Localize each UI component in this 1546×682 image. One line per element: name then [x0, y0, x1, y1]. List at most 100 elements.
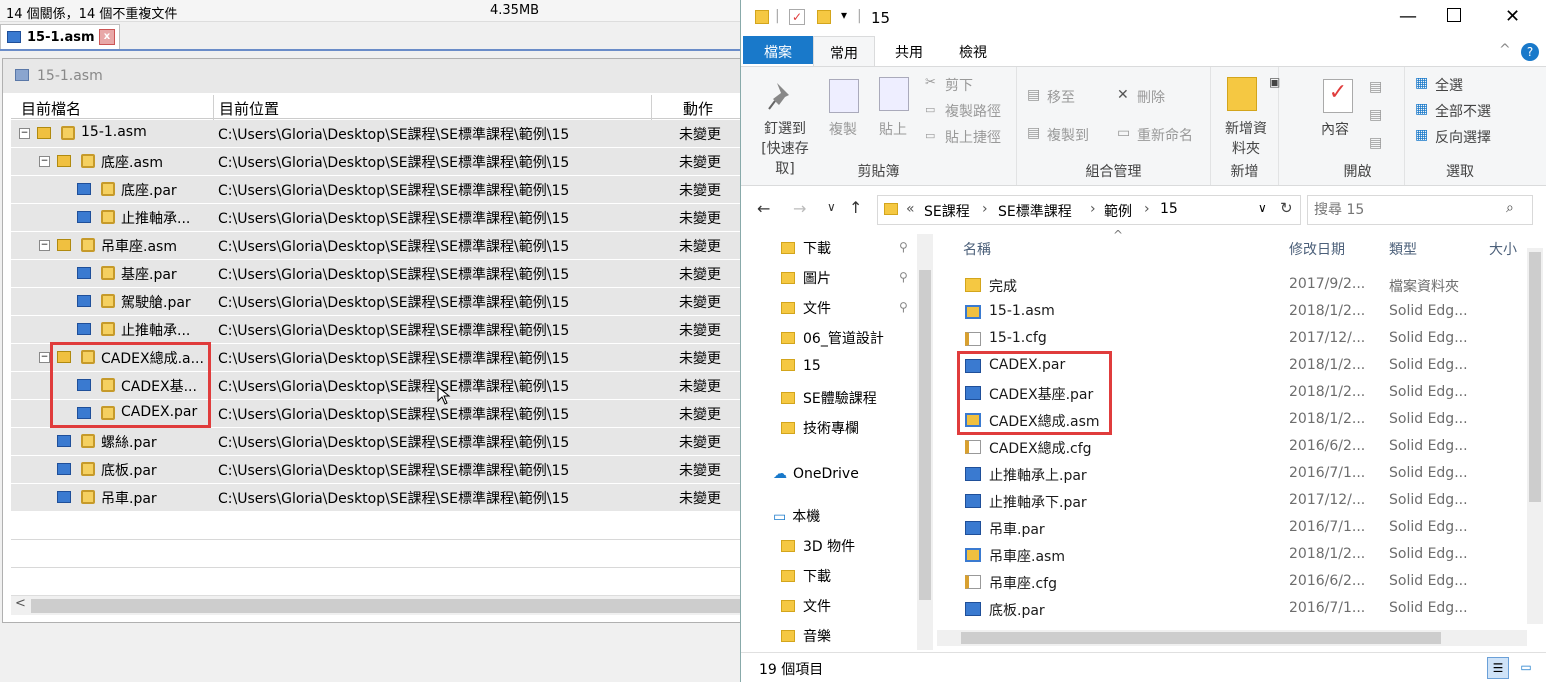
nav-item-this-pc[interactable]: ▭ 本機 [773, 506, 820, 526]
column-header-name[interactable]: 目前檔名 [21, 98, 81, 119]
breadcrumb-standard-course[interactable]: SE標準課程 [998, 201, 1072, 221]
file-action[interactable]: 未變更 [679, 320, 721, 340]
scrollbar-thumb[interactable] [919, 270, 931, 600]
back-icon[interactable]: ← [757, 199, 770, 218]
tab-view[interactable]: 檢視 [959, 42, 987, 62]
properties-button[interactable]: 內容 [1321, 119, 1349, 139]
breadcrumb-examples[interactable]: 範例 [1104, 201, 1132, 221]
search-icon[interactable]: ⌕ [1506, 200, 1514, 216]
file-row[interactable]: 吊車座.cfg 2016/6/2... Solid Edg... [937, 569, 1527, 596]
search-box[interactable]: ⌕ [1307, 195, 1533, 225]
history-icon[interactable]: ▤ [1369, 135, 1382, 151]
table-row[interactable]: 底板.par C:\Users\Gloria\Desktop\SE課程\SE標準課… [11, 456, 741, 484]
horizontal-scrollbar[interactable]: < [11, 595, 741, 615]
tab-home[interactable]: 常用 [813, 36, 875, 66]
collapse-toggle-icon[interactable]: − [39, 352, 50, 363]
breadcrumb-se-course[interactable]: SE課程 [924, 201, 970, 221]
select-none-button[interactable]: 全部不選 [1435, 101, 1491, 121]
nav-item[interactable]: 音樂 [781, 626, 831, 646]
column-header-action[interactable]: 動作 [683, 98, 713, 119]
file-action[interactable]: 未變更 [679, 348, 721, 368]
file-action[interactable]: 未變更 [679, 376, 721, 396]
file-row[interactable]: 止推軸承上.par 2016/7/1... Solid Edg... [937, 461, 1527, 488]
nav-item[interactable]: 下載 [781, 566, 831, 586]
file-action[interactable]: 未變更 [679, 488, 721, 508]
address-bar[interactable]: « SE課程 › SE標準課程 › 範例 › 15 ∨ ↻ [877, 195, 1301, 225]
file-action[interactable]: 未變更 [679, 432, 721, 452]
paste-shortcut-button[interactable]: 貼上捷徑 [945, 127, 1001, 147]
table-row[interactable]: 基座.par C:\Users\Gloria\Desktop\SE課程\SE標準課… [11, 260, 741, 288]
collapse-toggle-icon[interactable]: − [19, 128, 30, 139]
nav-item[interactable]: 06_管道設計 [781, 328, 884, 348]
rename-button[interactable]: 重新命名 [1137, 125, 1193, 145]
invert-selection-button[interactable]: 反向選擇 [1435, 127, 1491, 147]
edit-icon[interactable]: ▤ [1369, 107, 1382, 123]
table-row[interactable]: − 吊車座.asm C:\Users\Gloria\Desktop\SE課程\SE標… [11, 232, 741, 260]
scrollbar-thumb[interactable] [31, 599, 741, 613]
vertical-scrollbar[interactable] [1527, 248, 1543, 624]
breadcrumb-15[interactable]: 15 [1160, 201, 1178, 217]
address-dropdown-icon[interactable]: ∨ [1258, 201, 1267, 215]
column-header-type[interactable]: 類型 [1389, 239, 1417, 259]
nav-item-onedrive[interactable]: ☁ OneDrive [773, 466, 859, 482]
table-row[interactable]: 駕駛艙.par C:\Users\Gloria\Desktop\SE課程\SE標準… [11, 288, 741, 316]
file-action[interactable]: 未變更 [679, 236, 721, 256]
recent-locations-icon[interactable]: ∨ [827, 200, 836, 214]
close-tab-button[interactable]: x [99, 29, 115, 45]
new-folder-quick-icon[interactable] [817, 10, 831, 24]
table-row[interactable]: − 15-1.asm C:\Users\Gloria\Desktop\SE課程\SE… [11, 120, 741, 148]
new-folder-button[interactable]: 新增資料夾 [1219, 119, 1273, 159]
file-row[interactable]: 底板.par 2016/7/1... Solid Edg... [937, 596, 1527, 623]
file-action[interactable]: 未變更 [679, 124, 721, 144]
collapse-ribbon-icon[interactable]: ^ [1499, 42, 1511, 58]
copy-to-button[interactable]: 複製到 [1047, 125, 1089, 145]
nav-item[interactable]: 圖片 [781, 268, 831, 288]
file-action[interactable]: 未變更 [679, 264, 721, 284]
copy-button[interactable]: 複製 [829, 119, 857, 139]
search-input[interactable] [1314, 200, 1494, 220]
file-row[interactable]: 完成 2017/9/2... 檔案資料夾 [937, 272, 1527, 299]
address-overflow[interactable]: « [906, 201, 915, 217]
properties-quick-icon[interactable]: ✓ [789, 9, 805, 25]
document-tab[interactable]: 15-1.asm x [0, 24, 120, 50]
table-row[interactable]: 止推軸承... C:\Users\Gloria\Desktop\SE課程\SE標準… [11, 204, 741, 232]
tab-file[interactable]: 檔案 [743, 36, 813, 64]
up-icon[interactable]: ↑ [849, 198, 862, 217]
table-row[interactable]: 吊車.par C:\Users\Gloria\Desktop\SE課程\SE標準課… [11, 484, 741, 512]
file-action[interactable]: 未變更 [679, 208, 721, 228]
column-header-date[interactable]: 修改日期 [1289, 239, 1345, 259]
customize-quick-access-icon[interactable]: ▾ [841, 8, 847, 22]
forward-icon[interactable]: → [793, 199, 806, 218]
cut-button[interactable]: 剪下 [945, 75, 973, 95]
scroll-left-arrow-icon[interactable]: < [15, 596, 26, 611]
file-row[interactable]: 止推軸承下.par 2017/12/... Solid Edg... [937, 488, 1527, 515]
column-header-location[interactable]: 目前位置 [219, 98, 279, 119]
copy-path-button[interactable]: 複製路徑 [945, 101, 1001, 121]
collapse-toggle-icon[interactable]: − [39, 156, 50, 167]
new-item-icon[interactable]: ▣ [1269, 75, 1280, 89]
table-row[interactable]: − 底座.asm C:\Users\Gloria\Desktop\SE課程\SE標準… [11, 148, 741, 176]
column-header-size[interactable]: 大小 [1489, 239, 1517, 259]
maximize-icon[interactable] [1447, 8, 1461, 22]
column-header-name[interactable]: 名稱 [963, 239, 991, 259]
vertical-scrollbar[interactable] [917, 234, 933, 650]
nav-item[interactable]: SE體驗課程 [781, 388, 877, 408]
help-icon[interactable]: ? [1521, 43, 1539, 61]
nav-item[interactable]: 下載 [781, 238, 831, 258]
close-icon[interactable]: ✕ [1505, 6, 1520, 27]
file-action[interactable]: 未變更 [679, 292, 721, 312]
minimize-icon[interactable]: — [1399, 6, 1417, 27]
move-to-button[interactable]: 移至 [1047, 87, 1075, 107]
file-action[interactable]: 未變更 [679, 460, 721, 480]
paste-button[interactable]: 貼上 [879, 119, 907, 139]
file-row[interactable]: 吊車.par 2016/7/1... Solid Edg... [937, 515, 1527, 542]
nav-item[interactable]: 3D 物件 [781, 536, 855, 556]
collapse-toggle-icon[interactable]: − [39, 240, 50, 251]
scrollbar-thumb[interactable] [961, 632, 1441, 644]
delete-button[interactable]: 刪除 [1137, 87, 1165, 107]
table-row[interactable]: 止推軸承... C:\Users\Gloria\Desktop\SE課程\SE標準… [11, 316, 741, 344]
nav-item[interactable]: 技術專欄 [781, 418, 859, 438]
file-row[interactable]: CADEX總成.cfg 2016/6/2... Solid Edg... [937, 434, 1527, 461]
details-view-icon[interactable]: ☰ [1487, 657, 1509, 679]
horizontal-scrollbar[interactable] [937, 630, 1527, 646]
